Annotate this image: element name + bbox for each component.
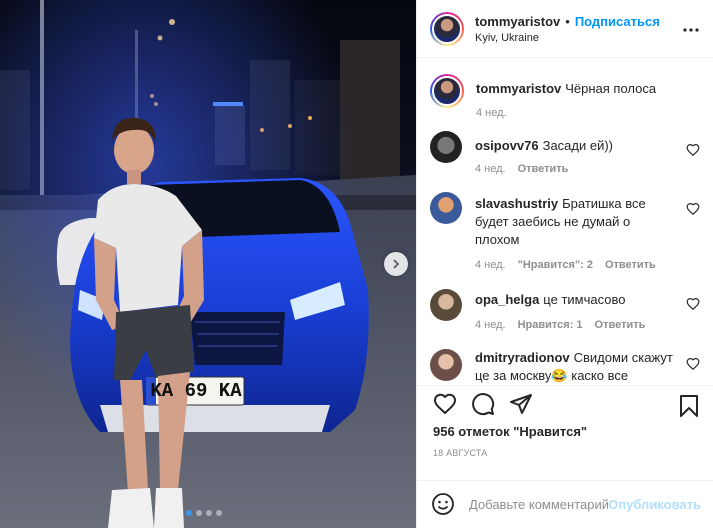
comment-item: slavashustriy Братишка все будет заебись … (430, 192, 700, 271)
comment-meta: 4 нед. Нравится: 1 Ответить (475, 319, 674, 331)
comment-body: opa_helga це тимчасово 4 нед. Нравится: 1… (475, 289, 700, 331)
carousel-dot (196, 510, 202, 516)
comment-like-icon[interactable] (686, 357, 700, 371)
header-text: tommyaristov • Подписаться Kyiv, Ukraine (475, 14, 660, 44)
caption-text: tommyaristov Чёрная полоса (476, 80, 674, 98)
carousel-dot-active (186, 510, 192, 516)
comment-input[interactable] (469, 496, 609, 512)
author-username[interactable]: tommyaristov (475, 14, 560, 29)
comment-button[interactable] (471, 392, 495, 416)
likes-count[interactable]: 956 отметок "Нравится" (417, 423, 713, 441)
comment-likes-count[interactable]: Нравится: 1 (518, 319, 583, 331)
reply-button[interactable]: Ответить (605, 259, 656, 271)
carousel-dot (206, 510, 212, 516)
next-photo-button[interactable] (384, 252, 408, 276)
location-link[interactable]: Kyiv, Ukraine (475, 32, 660, 44)
share-button[interactable] (509, 392, 533, 416)
separator-dot: • (565, 13, 570, 29)
comment-body: dmitryradionov Свидоми скажут це за москв… (475, 349, 700, 385)
carousel-dot (216, 510, 222, 516)
comment-likes-count[interactable]: "Нравится": 2 (518, 259, 593, 271)
comment-time[interactable]: 4 нед. (475, 163, 506, 175)
caption: tommyaristov Чёрная полоса 4 нед. (430, 74, 700, 119)
comment-like-icon[interactable] (686, 143, 700, 157)
comment-item: osipovv76 Засади ей)) 4 нед. Ответить (430, 131, 700, 175)
caption-avatar[interactable] (430, 74, 464, 108)
post-header: tommyaristov • Подписаться Kyiv, Ukraine (417, 0, 713, 58)
chevron-right-icon (393, 259, 400, 269)
reply-button[interactable]: Ответить (595, 319, 646, 331)
comment-username[interactable]: dmitryradionov (475, 350, 570, 365)
comment-meta: 4 нед. Ответить (475, 163, 674, 175)
heart-icon (433, 394, 457, 415)
comment-body: slavashustriy Братишка все будет заебись … (475, 192, 700, 271)
comment-avatar[interactable] (430, 131, 462, 163)
comment-like-icon[interactable] (686, 297, 700, 311)
comments-list[interactable]: tommyaristov Чёрная полоса 4 нед. osipovv… (417, 58, 713, 385)
caption-content: Чёрная полоса (565, 81, 657, 96)
comment-content: це тимчасово (543, 292, 626, 307)
reply-button[interactable]: Ответить (518, 163, 569, 175)
comment-item: dmitryradionov Свидоми скажут це за москв… (430, 349, 700, 385)
post-actions (417, 384, 713, 424)
comment-username[interactable]: opa_helga (475, 292, 539, 307)
comment-text: slavashustriy Братишка все будет заебись … (475, 195, 674, 249)
emoji-icon[interactable] (431, 492, 455, 516)
comment-body: osipovv76 Засади ей)) 4 нед. Ответить (475, 131, 700, 175)
photo-scene (0, 0, 416, 528)
share-icon (510, 394, 532, 415)
comment-avatar[interactable] (430, 289, 462, 321)
comment-avatar[interactable] (430, 192, 462, 224)
more-options-button[interactable] (679, 18, 703, 42)
carousel-indicator (186, 510, 222, 516)
add-comment-bar: Опубликовать (417, 479, 713, 528)
comment-username[interactable]: osipovv76 (475, 138, 539, 153)
license-plate-text: KA 69 KA (150, 380, 242, 402)
author-avatar[interactable] (430, 11, 464, 46)
instagram-post: KA 69 KA tommyaristov • Подписаться Kyiv… (0, 0, 713, 528)
comment-avatar[interactable] (430, 349, 462, 381)
comment-like-icon[interactable] (686, 202, 700, 216)
like-button[interactable] (433, 392, 457, 416)
caption-meta: 4 нед. (476, 107, 674, 119)
comment-item: opa_helga це тимчасово 4 нед. Нравится: 1… (430, 289, 700, 331)
comment-content: Засади ей)) (542, 138, 614, 153)
comment-meta: 4 нед. "Нравится": 2 Ответить (475, 259, 674, 271)
caption-username[interactable]: tommyaristov (476, 81, 561, 96)
save-button[interactable] (677, 394, 701, 418)
post-side-panel: tommyaristov • Подписаться Kyiv, Ukraine… (416, 0, 713, 528)
comment-text: opa_helga це тимчасово (475, 291, 674, 309)
header-line: tommyaristov • Подписаться (475, 14, 660, 29)
publish-button[interactable]: Опубликовать (608, 497, 701, 512)
comment-time[interactable]: 4 нед. (475, 319, 506, 331)
comment-username[interactable]: slavashustriy (475, 196, 558, 211)
comment-time[interactable]: 4 нед. (475, 259, 506, 271)
bookmark-icon (680, 394, 698, 417)
caption-body: tommyaristov Чёрная полоса 4 нед. (476, 74, 700, 119)
ellipsis-icon (683, 28, 699, 32)
post-date[interactable]: 18 АВГУСТА (417, 448, 713, 463)
post-photo[interactable]: KA 69 KA (0, 0, 416, 528)
comment-icon (472, 393, 495, 416)
comment-text: osipovv76 Засади ей)) (475, 137, 674, 155)
comment-text: dmitryradionov Свидоми скажут це за москв… (475, 349, 674, 385)
caption-time[interactable]: 4 нед. (476, 107, 507, 119)
follow-button[interactable]: Подписаться (575, 14, 660, 29)
